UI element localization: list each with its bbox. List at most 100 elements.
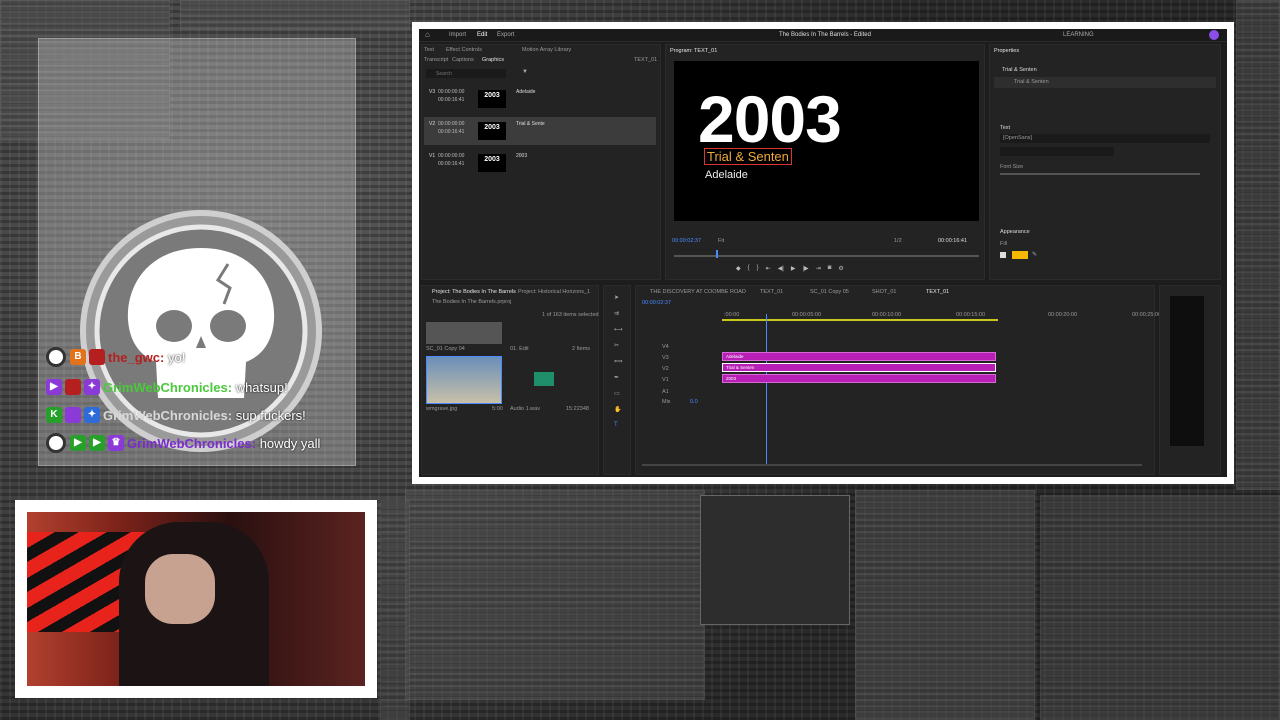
badge-icon: B	[70, 349, 86, 365]
webcam-feed	[27, 512, 365, 686]
timeline-playhead[interactable]	[766, 314, 767, 464]
chat-text: whatsup!	[235, 379, 288, 395]
font-size-label: Font Size	[1000, 164, 1024, 170]
playhead[interactable]	[716, 250, 718, 258]
tab-project-main[interactable]: Project: The Bodies In The Barrels	[432, 289, 516, 295]
project-title: The Bodies In The Barrels - Edited	[779, 32, 871, 38]
learning-label[interactable]: LEARNING	[1063, 32, 1094, 38]
tab-captions[interactable]: Captions	[452, 57, 474, 63]
text-section-title: Text	[1000, 125, 1011, 131]
avatar	[46, 347, 66, 367]
timeline-tab[interactable]: TEXT_01	[926, 289, 949, 295]
audio-thumbnail[interactable]	[534, 372, 554, 386]
timeline-clip[interactable]: 2003	[722, 374, 996, 383]
play-icon[interactable]: ▶	[791, 265, 796, 272]
step-back-icon[interactable]: ◀|	[778, 265, 784, 272]
timeline-tab[interactable]: SHOT_01	[872, 289, 896, 295]
webcam-frame	[15, 500, 377, 698]
timeline-tab[interactable]: THE DISCOVERY AT COOMBE ROAD	[650, 289, 746, 295]
font-style-dropdown[interactable]	[1000, 147, 1114, 156]
ripple-edit-icon[interactable]: ⟷	[614, 326, 623, 333]
track-select-icon[interactable]: ⇉	[614, 310, 619, 317]
export-tab[interactable]: Export	[497, 32, 514, 38]
program-subtitle[interactable]: Trial & Senten	[704, 148, 792, 165]
slip-tool-icon[interactable]: ⟺	[614, 358, 623, 365]
eyedropper-icon[interactable]: ✎	[1032, 251, 1037, 258]
webcam-face	[145, 554, 215, 624]
tab-effect-controls[interactable]: Effect Controls	[446, 47, 482, 53]
badge-icon	[65, 379, 81, 395]
badge-icon: ▶	[46, 379, 62, 395]
graphics-layer-row[interactable]: V3 00:00:00:00 00:00:16:41 2003 Adelaide	[424, 85, 656, 113]
layer-name: Trial & Senten	[1002, 67, 1037, 73]
timeline-panel: THE DISCOVERY AT COOMBE ROAD TEXT_01 SC_…	[635, 285, 1161, 475]
layer-thumbnail: 2003	[478, 90, 506, 108]
badge-icon: K	[46, 407, 62, 423]
razor-tool-icon[interactable]: ✂	[614, 342, 619, 349]
font-size-slider[interactable]	[1000, 173, 1200, 175]
profile-icon[interactable]	[1209, 30, 1219, 40]
tab-text[interactable]: Text	[424, 47, 434, 53]
tab-graphics[interactable]: Graphics	[482, 57, 504, 63]
chat-text: yo!	[167, 349, 186, 365]
tab-motion-array[interactable]: Motion Array Library	[522, 47, 571, 53]
layer-thumbnail: 2003	[478, 122, 506, 140]
timeline-timecode[interactable]: 00:00:02:37	[642, 300, 671, 306]
pen-tool-icon[interactable]: ✒	[614, 374, 619, 381]
filter-icon[interactable]: ▼	[522, 69, 528, 75]
image-thumbnail[interactable]	[426, 356, 502, 404]
badge-icon: ✦	[84, 379, 100, 395]
selection-tool-icon[interactable]: ➤	[614, 294, 619, 301]
rectangle-tool-icon[interactable]: ▭	[614, 390, 620, 397]
bin-thumbnail[interactable]	[426, 322, 502, 344]
fill-checkbox[interactable]	[1000, 252, 1006, 258]
properties-panel: Properties Trial & Senten Trial & Senten…	[989, 44, 1221, 280]
text-item-row[interactable]: Trial & Senten	[994, 77, 1216, 88]
premiere-window-frame: ⌂ Import Edit Export The Bodies In The B…	[412, 22, 1234, 484]
edit-tab[interactable]: Edit	[477, 32, 487, 38]
font-dropdown[interactable]: [OpenSans]	[1000, 134, 1210, 143]
chat-text: howdy yall	[259, 435, 321, 451]
program-big-text: 2003	[698, 82, 842, 156]
fit-dropdown[interactable]: Fit	[718, 238, 724, 244]
home-icon[interactable]: ⌂	[425, 30, 430, 39]
out-point-icon[interactable]: }	[757, 265, 759, 272]
in-point-icon[interactable]: {	[748, 265, 750, 272]
timeline-scrollbar[interactable]	[642, 464, 1142, 466]
background-clipping	[405, 490, 705, 700]
quality-dropdown[interactable]: 1/2	[894, 238, 902, 244]
work-area-bar[interactable]	[722, 319, 998, 321]
program-duration: 00:00:16:41	[938, 238, 968, 244]
program-video[interactable]: 2003 Trial & Senten Adelaide	[674, 61, 979, 221]
timeline-clip[interactable]: Adelaide	[722, 352, 996, 361]
chat-text: sup fuckers!	[235, 407, 306, 423]
go-to-out-icon[interactable]: ⇥	[816, 265, 821, 272]
program-scrubber[interactable]	[674, 255, 979, 257]
graphics-layer-row[interactable]: V2 00:00:00:00 00:00:16:41 2003 Trial & …	[424, 117, 656, 145]
fill-color-swatch[interactable]	[1012, 251, 1028, 259]
tab-project-historical[interactable]: Project: Historical Horizons_1	[518, 289, 590, 295]
text-item-label: Trial & Senten	[1014, 79, 1049, 85]
timeline-tab[interactable]: TEXT_01	[760, 289, 783, 295]
timeline-tab[interactable]: SC_01 Copy 05	[810, 289, 849, 295]
step-forward-icon[interactable]: |▶	[803, 265, 809, 272]
timeline-clip[interactable]: Trial & Senten	[722, 363, 996, 372]
chat-message: K ✦ GrimWebChronicles: sup fuckers!	[46, 404, 306, 426]
background-clipping	[700, 495, 850, 625]
go-to-in-icon[interactable]: ⇤	[766, 265, 771, 272]
tab-transcript[interactable]: Transcript	[424, 57, 448, 63]
badge-icon	[65, 407, 81, 423]
badge-icon	[89, 349, 105, 365]
program-timecode[interactable]: 00:00:02:37	[672, 238, 701, 244]
settings-icon[interactable]: ⚙	[838, 265, 843, 272]
audio-meter-bars	[1170, 296, 1204, 446]
type-tool-icon[interactable]: T	[614, 422, 618, 428]
marker-icon[interactable]: ◆	[736, 265, 741, 272]
search-input[interactable]	[426, 69, 506, 78]
import-tab[interactable]: Import	[449, 32, 466, 38]
graphics-layer-row[interactable]: V1 00:00:00:00 00:00:16:41 2003 2003	[424, 149, 656, 177]
mix-value[interactable]: 0.0	[690, 399, 698, 405]
camera-icon[interactable]: ◙	[828, 265, 832, 272]
selection-count: 1 of 163 items selected	[542, 312, 599, 318]
hand-tool-icon[interactable]: ✋	[614, 406, 621, 413]
